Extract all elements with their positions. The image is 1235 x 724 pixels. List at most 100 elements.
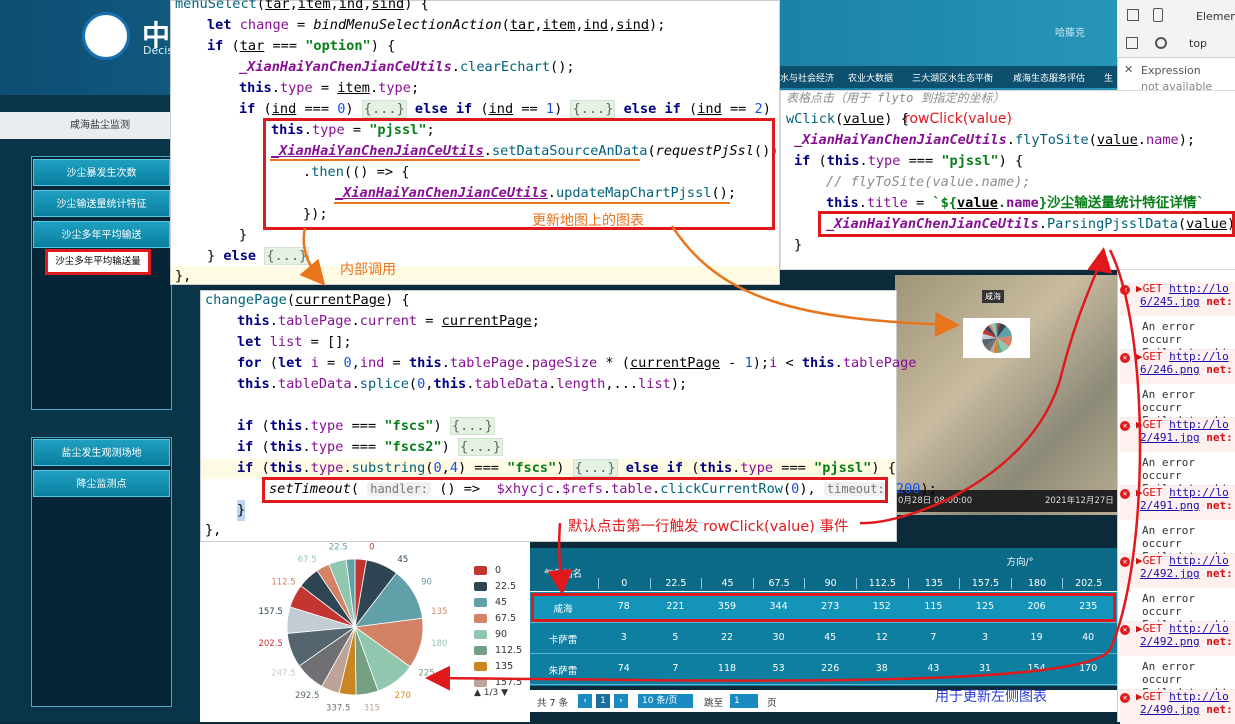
console-error-row[interactable]: ✕ ▶GET http://lo 2/490.jpg net: xyxy=(1120,690,1235,724)
pager-page-size[interactable]: 10 条/页 xyxy=(638,694,693,708)
sidebar-toggle-icon[interactable] xyxy=(1126,37,1138,49)
code1-line2: if (tar === "option") { xyxy=(207,38,396,54)
nav-tab-3[interactable]: 咸海生态服务评估 xyxy=(1013,71,1085,84)
code1-line0: menuSelect(tar,item,ind,sind) { xyxy=(175,0,429,12)
legend-item[interactable]: 0 xyxy=(474,565,501,576)
code1-line1: let change = bindMenuSelectionAction(tar… xyxy=(207,17,666,33)
highlight-first-row xyxy=(531,593,1116,622)
pager-prev-button[interactable]: ‹ xyxy=(578,694,592,708)
pager-current-page[interactable]: 1 xyxy=(596,694,610,708)
app-logo xyxy=(82,12,130,60)
pie-label: 315 xyxy=(364,703,380,713)
legend-item[interactable]: 22.5 xyxy=(474,581,516,592)
legend-swatch xyxy=(474,662,487,671)
table-cell: 22 xyxy=(720,632,734,643)
code2-line1: _XianHaiYanChenJianCeUtils.flyToSite(val… xyxy=(794,132,1196,148)
table-col-header: 90 xyxy=(804,578,856,589)
legend-swatch xyxy=(474,614,487,623)
sidebar-item-storm-count[interactable]: 沙尘暴发生次数 xyxy=(33,159,170,186)
sidebar-item-avg-transport[interactable]: 沙尘多年平均输送 xyxy=(33,221,170,248)
annotation-update-left: 用于更新左侧图表 xyxy=(935,689,1047,705)
code1-line13: }, xyxy=(175,268,192,284)
sidebar-item-transport-stats[interactable]: 沙尘输送量统计特征 xyxy=(33,190,170,217)
code3-line11: }, xyxy=(205,522,222,538)
pie-label: 67.5 xyxy=(298,555,317,565)
error-icon: ✕ xyxy=(1120,625,1130,635)
annotation-default-click: 默认点击第一行触发 rowClick(value) 事件 xyxy=(568,519,849,535)
timeline-right-label: 2021年12月27日 08 xyxy=(1045,496,1128,506)
legend-swatch xyxy=(474,630,487,639)
table-cell: 40 xyxy=(1082,632,1095,643)
table-col-header: 180 xyxy=(1010,578,1063,589)
sidebar-item-deposition-point[interactable]: 降尘监测点 xyxy=(33,470,170,497)
clear-console-icon[interactable] xyxy=(1155,37,1167,49)
table-cell: 31 xyxy=(978,663,992,674)
table-cell: 45 xyxy=(824,632,837,643)
code1-line4: this.type = item.type; xyxy=(239,80,420,96)
pager-jump-label: 跳至 xyxy=(704,698,724,709)
legend-item[interactable]: 112.5 xyxy=(474,645,522,656)
table-col-header: 202.5 xyxy=(1062,578,1114,589)
code3-line1: this.tablePage.current = currentPage; xyxy=(237,313,540,329)
console-message: An error occurrFailed to obta xyxy=(1120,320,1235,359)
code2-line2: if (this.type === "pjssl") { xyxy=(794,153,1024,169)
console-error-row[interactable]: ✕ ▶GET http://lo 2/492.jpg net: xyxy=(1120,554,1235,588)
sidebar-item-dust-site[interactable]: 盐尘发生观测场地 xyxy=(33,439,170,466)
console-error-row[interactable]: ✕ ▶GET http://lo 2/492.png net: xyxy=(1120,622,1235,656)
legend-pager[interactable]: ▲ 1/3 ▼ xyxy=(474,688,508,698)
table-cell: 3 xyxy=(981,632,988,643)
pager-jump-input[interactable]: 1 xyxy=(730,694,758,708)
table-cell: 7 xyxy=(672,663,679,674)
legend-item[interactable]: 90 xyxy=(474,629,507,640)
error-icon: ✕ xyxy=(1120,693,1130,703)
code2-line0: wClick(value) { xyxy=(786,111,909,127)
code2-line3: // flyToSite(value.name); xyxy=(826,174,1031,190)
pie-label: 45 xyxy=(397,555,408,565)
pie-label: 202.5 xyxy=(258,639,282,649)
inspect-icon[interactable] xyxy=(1127,9,1139,21)
table-col-header: 67.5 xyxy=(752,578,805,589)
pie-label: 90 xyxy=(421,577,432,587)
legend-item[interactable]: 135 xyxy=(474,661,513,672)
console-error-row[interactable]: ✕ ▶GET http://lo 2/491.jpg net: xyxy=(1120,418,1235,452)
nav-tab-2[interactable]: 三大湖区水生态平衡 xyxy=(912,71,993,84)
table-cell: 43 xyxy=(927,663,940,674)
table-cell: 226 xyxy=(821,663,840,674)
annotation-update-map: 更新地图上的图表 xyxy=(532,213,644,229)
highlight-pjssl-block xyxy=(263,118,775,230)
legend-item[interactable]: 45 xyxy=(474,597,507,608)
expression-close-icon[interactable]: ✕ xyxy=(1124,63,1133,76)
annotation-internal-call: 内部调用 xyxy=(340,262,396,278)
legend-swatch xyxy=(474,678,487,687)
console-error-row[interactable]: ✕ ▶GET http://lo 2/491.png net: xyxy=(1120,486,1235,520)
table-cell: 12 xyxy=(875,632,888,643)
table-cell: 3 xyxy=(620,632,627,643)
highlight-parsing xyxy=(818,211,1235,237)
pie-label: 225 xyxy=(418,669,434,679)
devtools-tab-elements[interactable]: Elemen xyxy=(1196,10,1235,23)
pie-label: 180 xyxy=(431,639,447,649)
table-cell: 38 xyxy=(875,663,888,674)
legend-item[interactable]: 67.5 xyxy=(474,613,516,624)
code3-line7: if (this.type === "fscs2") {...} xyxy=(237,438,503,456)
console-error-row[interactable]: ✕ ▶GET http://lo 6/245.jpg net: xyxy=(1120,282,1235,316)
code3-line6: if (this.type === "fscs") {...} xyxy=(237,417,495,435)
underline-setdata xyxy=(270,159,640,161)
legend-page: 1/3 xyxy=(483,688,499,698)
nav-tab-4[interactable]: 生 xyxy=(1104,71,1113,84)
device-icon[interactable] xyxy=(1153,8,1163,22)
pager-next-button[interactable]: › xyxy=(614,694,628,708)
nav-tab-1[interactable]: 农业大数据 xyxy=(848,71,893,84)
pie-label: 157.5 xyxy=(258,607,282,617)
code3-line10: } xyxy=(237,500,246,521)
code1-line11: } xyxy=(239,227,248,243)
context-select[interactable]: top xyxy=(1189,37,1207,50)
table-cell: 7 xyxy=(930,632,937,643)
console-message: An error occurrFailed to obta xyxy=(1120,592,1235,631)
table-cell: 5 xyxy=(672,632,679,643)
table-col-header: 135 xyxy=(907,578,960,589)
console-error-row[interactable]: ✕ ▶GET http://lo 6/246.png net: xyxy=(1120,350,1235,384)
table-cell: 154 xyxy=(1027,663,1046,674)
legend-item[interactable]: 157.5 xyxy=(474,677,522,688)
nav-tab-0[interactable]: 水与社会经济 xyxy=(780,71,834,84)
